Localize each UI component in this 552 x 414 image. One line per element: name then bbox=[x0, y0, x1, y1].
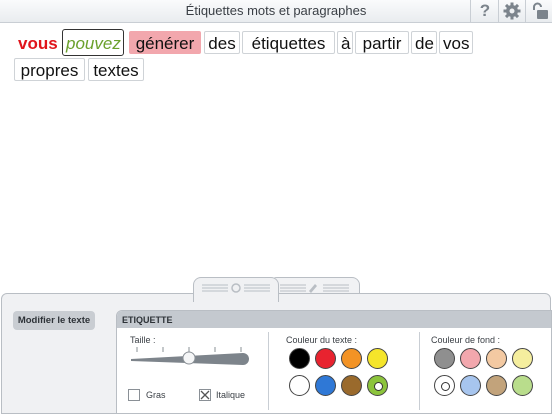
word-label[interactable]: vous bbox=[14, 31, 60, 54]
word-label[interactable]: propres bbox=[14, 58, 85, 81]
text-color-swatch[interactable] bbox=[341, 375, 362, 396]
word-label[interactable]: de bbox=[411, 31, 437, 54]
text-color-swatch[interactable] bbox=[367, 375, 388, 396]
label-settings-card: ETIQUETTE Taille : Gras Italique Couleur… bbox=[116, 310, 552, 414]
unlock-icon[interactable] bbox=[529, 1, 551, 21]
gear-icon[interactable] bbox=[501, 1, 523, 21]
selected-indicator bbox=[441, 382, 450, 391]
italic-label: Italique bbox=[216, 390, 246, 400]
bg-color-swatch[interactable] bbox=[434, 375, 455, 396]
size-label: Taille : bbox=[130, 335, 156, 345]
bg-color-swatch[interactable] bbox=[460, 375, 481, 396]
modify-text-button[interactable]: Modifier le texte bbox=[13, 311, 95, 330]
selected-indicator bbox=[374, 382, 383, 391]
bg-color-label: Couleur de fond : bbox=[431, 335, 501, 345]
divider bbox=[419, 332, 420, 410]
bold-checkbox[interactable] bbox=[128, 389, 140, 401]
word-label[interactable]: textes bbox=[88, 58, 144, 81]
check-x-icon bbox=[200, 390, 210, 400]
word-label[interactable]: générer bbox=[129, 31, 201, 54]
word-label[interactable]: à bbox=[337, 31, 353, 54]
toolbar-divider bbox=[525, 0, 526, 22]
italic-checkbox[interactable] bbox=[199, 389, 211, 401]
bg-color-swatch[interactable] bbox=[512, 348, 533, 369]
bg-color-swatch[interactable] bbox=[460, 348, 481, 369]
eraser-icon bbox=[309, 284, 317, 293]
word-label[interactable]: partir bbox=[355, 31, 409, 54]
circle-icon bbox=[231, 283, 241, 293]
bg-color-swatch[interactable] bbox=[434, 348, 455, 369]
bg-color-swatch[interactable] bbox=[486, 375, 507, 396]
word-label[interactable]: vos bbox=[439, 31, 473, 54]
word-label[interactable]: étiquettes bbox=[242, 31, 335, 54]
word-label-selected[interactable]: pouvez bbox=[62, 29, 124, 56]
bold-label: Gras bbox=[146, 390, 166, 400]
divider bbox=[268, 332, 269, 410]
text-color-swatch[interactable] bbox=[367, 348, 388, 369]
toolbar-divider bbox=[470, 0, 471, 22]
word-label[interactable]: des bbox=[204, 31, 240, 54]
text-color-swatch[interactable] bbox=[341, 348, 362, 369]
slider-thumb bbox=[182, 351, 196, 365]
bg-color-swatch[interactable] bbox=[486, 348, 507, 369]
text-color-swatch[interactable] bbox=[315, 348, 336, 369]
bg-color-swatch[interactable] bbox=[512, 375, 533, 396]
help-icon[interactable]: ? bbox=[474, 1, 496, 21]
tab-label[interactable] bbox=[193, 277, 279, 302]
toolbar-divider bbox=[498, 0, 499, 22]
section-title: ETIQUETTE bbox=[117, 311, 551, 328]
text-color-swatch[interactable] bbox=[315, 375, 336, 396]
size-slider[interactable] bbox=[127, 345, 252, 369]
text-color-swatch[interactable] bbox=[289, 375, 310, 396]
text-color-swatch[interactable] bbox=[289, 348, 310, 369]
title-bar: Étiquettes mots et paragraphes ? bbox=[0, 0, 552, 23]
text-color-label: Couleur du texte : bbox=[286, 335, 358, 345]
